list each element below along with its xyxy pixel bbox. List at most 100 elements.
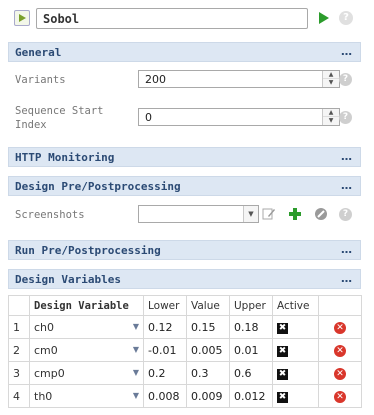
upper-cell[interactable]: 0.6	[229, 361, 273, 385]
variable-select[interactable]: cm0 ▼	[29, 338, 144, 362]
delete-cell: ✕	[318, 338, 362, 362]
chevron-down-icon[interactable]: ▼	[133, 345, 139, 354]
variable-name: cm0	[34, 343, 58, 357]
question-icon[interactable]: ?	[339, 73, 352, 86]
section-title: Run Pre/Postprocessing	[15, 244, 161, 257]
chevron-down-icon[interactable]: ▼	[323, 79, 339, 87]
sequence-start-row: Sequence Start Index 0 ▲ ▼ ?	[8, 96, 361, 136]
table-row: 1 ch0 ▼ 0.12 0.15 0.18 ✖ ✕	[8, 315, 362, 339]
variants-label: Variants	[15, 74, 66, 86]
question-icon[interactable]: ?	[339, 11, 353, 25]
active-cell: ✖	[272, 361, 319, 385]
row-index: 1	[8, 315, 30, 339]
question-icon[interactable]: ?	[339, 208, 352, 221]
sequence-start-value: 0	[145, 111, 152, 124]
upper-cell[interactable]: 0.01	[229, 338, 273, 362]
checkbox-checked-icon[interactable]: ✖	[277, 369, 288, 380]
more-icon[interactable]: …	[341, 45, 352, 58]
add-icon[interactable]	[288, 207, 302, 221]
row-index: 3	[8, 361, 30, 385]
screenshots-row: Screenshots ▼ ?	[8, 198, 361, 230]
design-variables-table: Design Variable Lower Value Upper Active…	[8, 295, 362, 408]
table-header-row: Design Variable Lower Value Upper Active	[8, 295, 362, 316]
delete-icon[interactable]: ✕	[334, 322, 346, 334]
question-icon[interactable]: ?	[339, 111, 352, 124]
delete-cell: ✕	[318, 384, 362, 408]
delete-icon[interactable]: ✕	[334, 391, 346, 403]
chevron-down-icon[interactable]: ▼	[133, 391, 139, 400]
run-pp-section-header[interactable]: Run Pre/Postprocessing …	[8, 240, 361, 260]
variants-row: Variants 200 ▲ ▼ ?	[8, 64, 361, 94]
delete-icon[interactable]: ✕	[334, 345, 346, 357]
more-icon[interactable]: …	[341, 150, 352, 163]
lower-cell[interactable]: 0.2	[143, 361, 187, 385]
variable-select[interactable]: cmp0 ▼	[29, 361, 144, 385]
play-icon[interactable]	[317, 11, 331, 25]
edit-icon[interactable]	[262, 207, 276, 221]
delete-cell: ✕	[318, 315, 362, 339]
delete-icon[interactable]: ✕	[334, 368, 346, 380]
sequence-start-spinner[interactable]: 0 ▲ ▼	[138, 108, 340, 126]
checkbox-checked-icon[interactable]: ✖	[277, 323, 288, 334]
http-monitoring-section-header[interactable]: HTTP Monitoring …	[8, 147, 361, 167]
variants-spinner[interactable]: 200 ▲ ▼	[138, 70, 340, 88]
lower-cell[interactable]: 0.12	[143, 315, 187, 339]
general-section-header[interactable]: General …	[8, 42, 361, 62]
upper-cell[interactable]: 0.18	[229, 315, 273, 339]
more-icon[interactable]: …	[341, 272, 352, 285]
section-title: Design Pre/Postprocessing	[15, 180, 181, 193]
checkbox-checked-icon[interactable]: ✖	[277, 392, 288, 403]
lower-cell[interactable]: 0.008	[143, 384, 187, 408]
column-header-lower[interactable]: Lower	[143, 295, 187, 316]
table-row: 3 cmp0 ▼ 0.2 0.3 0.6 ✖ ✕	[8, 361, 362, 385]
screenshots-select[interactable]: ▼	[138, 205, 259, 223]
spinner-arrows[interactable]: ▲ ▼	[322, 71, 339, 87]
value-cell[interactable]: 0.009	[186, 384, 230, 408]
variable-name: cmp0	[34, 366, 65, 380]
design-pp-section-header[interactable]: Design Pre/Postprocessing …	[8, 176, 361, 196]
variants-value: 200	[145, 73, 166, 86]
chevron-down-icon[interactable]: ▼	[133, 322, 139, 331]
section-title: HTTP Monitoring	[15, 151, 115, 164]
variable-select[interactable]: th0 ▼	[29, 384, 144, 408]
spinner-arrows[interactable]: ▲ ▼	[322, 109, 339, 125]
upper-cell[interactable]: 0.012	[229, 384, 273, 408]
table-row: 2 cm0 ▼ -0.01 0.005 0.01 ✖ ✕	[8, 338, 362, 362]
value-cell[interactable]: 0.15	[186, 315, 230, 339]
column-header-active[interactable]: Active	[272, 295, 319, 316]
chevron-down-icon[interactable]: ▼	[243, 206, 258, 222]
more-icon[interactable]: …	[341, 243, 352, 256]
variable-select[interactable]: ch0 ▼	[29, 315, 144, 339]
design-variables-section-header[interactable]: Design Variables …	[8, 269, 361, 289]
index-header	[8, 295, 30, 316]
action-header	[318, 295, 362, 316]
sequence-start-label-line2: Index	[15, 119, 47, 131]
lower-cell[interactable]: -0.01	[143, 338, 187, 362]
section-title: Design Variables	[15, 273, 121, 286]
checkbox-checked-icon[interactable]: ✖	[277, 346, 288, 357]
value-cell[interactable]: 0.3	[186, 361, 230, 385]
chevron-up-icon[interactable]: ▲	[323, 109, 339, 117]
column-header-upper[interactable]: Upper	[229, 295, 273, 316]
column-header-design-variable[interactable]: Design Variable	[29, 295, 144, 316]
remove-icon[interactable]	[314, 207, 328, 221]
section-title: General	[15, 46, 62, 59]
variable-name: ch0	[34, 320, 55, 334]
active-cell: ✖	[272, 384, 319, 408]
column-header-value[interactable]: Value	[186, 295, 230, 316]
active-cell: ✖	[272, 315, 319, 339]
screenshots-label: Screenshots	[15, 209, 85, 221]
chevron-down-icon[interactable]: ▼	[133, 368, 139, 377]
table-row: 4 th0 ▼ 0.008 0.009 0.012 ✖ ✕	[8, 384, 362, 408]
sequence-start-label-line1: Sequence Start	[15, 105, 104, 117]
chevron-up-icon[interactable]: ▲	[323, 71, 339, 79]
more-icon[interactable]: …	[341, 179, 352, 192]
run-sequence-icon[interactable]	[14, 10, 30, 26]
top-bar: ?	[0, 0, 374, 40]
row-index: 4	[8, 384, 30, 408]
name-input[interactable]	[36, 8, 308, 29]
active-cell: ✖	[272, 338, 319, 362]
value-cell[interactable]: 0.005	[186, 338, 230, 362]
chevron-down-icon[interactable]: ▼	[323, 117, 339, 125]
row-index: 2	[8, 338, 30, 362]
